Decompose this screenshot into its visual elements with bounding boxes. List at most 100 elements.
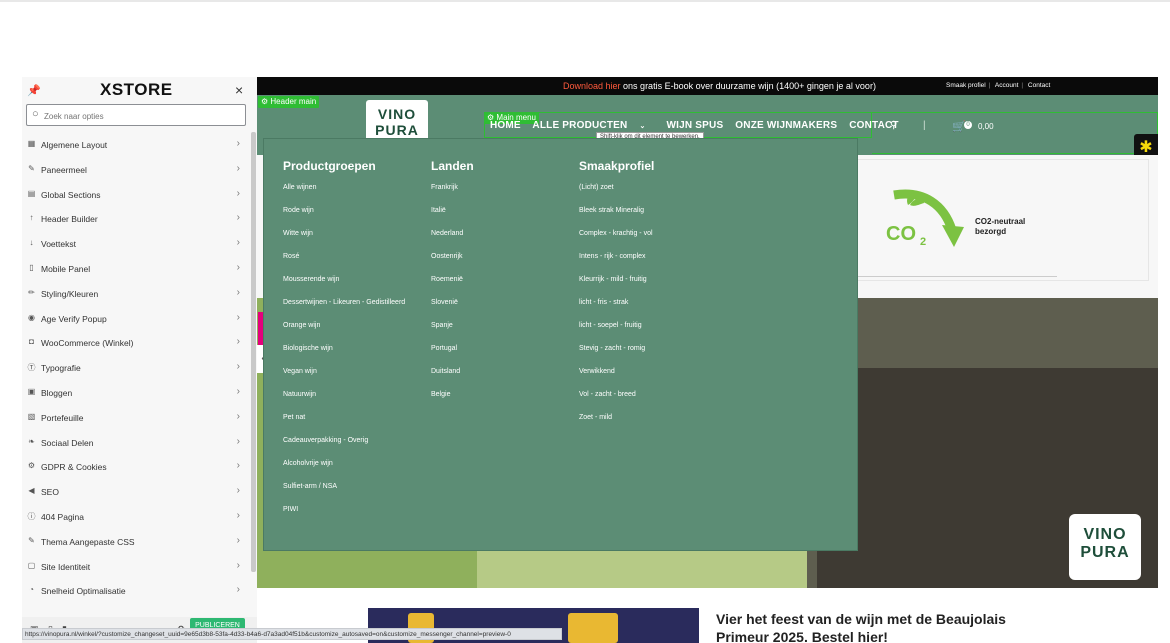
chevron-right-icon: › bbox=[236, 559, 240, 571]
column-title[interactable]: Productgroepen bbox=[283, 159, 423, 173]
sidebar-item[interactable]: ⓘ 404 Pagina › bbox=[22, 504, 250, 529]
chevron-right-icon: › bbox=[236, 187, 240, 199]
sidebar-item[interactable]: ✎ Paneermeel › bbox=[22, 157, 250, 182]
menu-link[interactable]: Cadeauverpakking - Overig bbox=[283, 436, 423, 459]
pin-icon[interactable]: 📌 bbox=[27, 84, 41, 97]
menu-link[interactable]: Natuurwijn bbox=[283, 390, 423, 413]
search-icon[interactable]: ⚲ bbox=[890, 120, 897, 131]
link-contact[interactable]: Contact bbox=[1028, 82, 1050, 89]
menu-link[interactable]: (Licht) zoet bbox=[579, 183, 739, 206]
header-main-badge[interactable]: ⚙ Header main bbox=[258, 96, 320, 108]
menu-link[interactable]: Vegan wijn bbox=[283, 367, 423, 390]
menu-link[interactable]: Frankrijk bbox=[431, 183, 571, 206]
sidebar-item-label: Styling/Kleuren bbox=[41, 288, 99, 299]
sidebar-item[interactable]: ✎ Thema Aangepaste CSS › bbox=[22, 529, 250, 554]
menu-link[interactable]: PIWI bbox=[283, 505, 423, 528]
menu-link[interactable]: licht - fris - strak bbox=[579, 298, 739, 321]
cart-total[interactable]: 0,00 bbox=[978, 122, 994, 131]
menu-link[interactable]: Intens - rijk - complex bbox=[579, 252, 739, 275]
sidebar-item[interactable]: ▯ Mobile Panel › bbox=[22, 256, 250, 281]
sidebar-item[interactable]: ↑ Header Builder › bbox=[22, 206, 250, 231]
speed-icon: ◔ bbox=[29, 585, 34, 595]
sidebar-item[interactable]: ◘ WooCommerce (Winkel) › bbox=[22, 330, 250, 355]
menu-link[interactable]: Italië bbox=[431, 206, 571, 229]
nav-alle-producten-label: ALLE PRODUCTEN bbox=[532, 120, 628, 131]
nav-onze-wijnmakers[interactable]: ONZE WIJNMAKERS bbox=[735, 120, 837, 131]
menu-link[interactable]: Pet nat bbox=[283, 413, 423, 436]
sidebar-item[interactable]: ◀ SEO › bbox=[22, 479, 250, 504]
promo-text[interactable]: Download hier ons gratis E-book over duu… bbox=[563, 81, 876, 91]
sidebar-item[interactable]: ◔ Snelheid Optimalisatie › bbox=[22, 578, 250, 603]
header-section-outline bbox=[872, 112, 1158, 154]
menu-link[interactable]: Nederland bbox=[431, 229, 571, 252]
menu-link[interactable]: Complex - krachtig - vol bbox=[579, 229, 739, 252]
customizer-sidebar: 📌 XSTORE × ○ ▦ Algemene Layout › ✎ Paneermee… bbox=[22, 77, 257, 643]
sidebar-item[interactable]: ▦ Algemene Layout › bbox=[22, 132, 250, 157]
close-icon[interactable]: × bbox=[235, 82, 243, 98]
link-smaak-profiel[interactable]: Smaak profiel bbox=[946, 82, 986, 89]
code-icon: ✎ bbox=[28, 535, 35, 545]
menu-link[interactable]: Slovenië bbox=[431, 298, 571, 321]
menu-link[interactable]: Rosé bbox=[283, 252, 423, 275]
menu-link[interactable]: Belgie bbox=[431, 390, 571, 413]
menu-link[interactable]: Roemenië bbox=[431, 275, 571, 298]
sidebar-item-label: Portefeuille bbox=[41, 412, 84, 423]
menu-link[interactable]: Portugal bbox=[431, 344, 571, 367]
sidebar-item[interactable]: ↓ Voettekst › bbox=[22, 231, 250, 256]
co2-label: CO2-neutraal bezorgd bbox=[975, 217, 1025, 237]
link-account[interactable]: Account bbox=[995, 82, 1019, 89]
chevron-right-icon: › bbox=[236, 385, 240, 397]
article-title[interactable]: Vier het feest van de wijn met de Beaujo… bbox=[716, 610, 1016, 643]
menu-link[interactable]: Biologische wijn bbox=[283, 344, 423, 367]
mega-menu-dropdown: Productgroepen Alle wijnen Rode wijn Witte… bbox=[263, 138, 858, 551]
mobile-icon: ▯ bbox=[29, 262, 34, 272]
sidebar-item[interactable]: Ⓣ Typografie › bbox=[22, 355, 250, 380]
sidebar-item[interactable]: ▢ Site Identiteit › bbox=[22, 554, 250, 579]
menu-link[interactable]: Mousserende wijn bbox=[283, 275, 423, 298]
menu-link[interactable]: Verwikkend bbox=[579, 367, 739, 390]
nav-alle-producten[interactable]: ALLE PRODUCTEN ⌄ bbox=[532, 120, 654, 131]
sidebar-scrollbar[interactable] bbox=[251, 132, 256, 572]
menu-link[interactable]: Alcoholvrije wijn bbox=[283, 459, 423, 482]
sidebar-item[interactable]: ❧ Sociaal Delen › bbox=[22, 430, 250, 455]
menu-link[interactable]: Rode wijn bbox=[283, 206, 423, 229]
menu-link[interactable]: Bleek strak Mineralig bbox=[579, 206, 739, 229]
menu-link[interactable]: Spanje bbox=[431, 321, 571, 344]
menu-link[interactable]: Alle wijnen bbox=[283, 183, 423, 206]
menu-link[interactable]: Stevig - zacht - romig bbox=[579, 344, 739, 367]
menu-link[interactable]: Kleurrijk - mild - fruitig bbox=[579, 275, 739, 298]
menu-link[interactable]: Duitsland bbox=[431, 367, 571, 390]
sidebar-item[interactable]: ▣ Bloggen › bbox=[22, 380, 250, 405]
column-smaakprofiel: Smaakprofiel (Licht) zoet Bleek strak Min… bbox=[579, 159, 739, 436]
column-title[interactable]: Landen bbox=[431, 159, 571, 173]
sidebar-item-label: Voettekst bbox=[41, 239, 76, 250]
sidebar-item-label: Snelheid Optimalisatie bbox=[41, 586, 126, 597]
nav-wijn-spus[interactable]: WIJN SPUS bbox=[667, 120, 724, 131]
promo-link[interactable]: Download hier bbox=[563, 81, 621, 91]
nav-home[interactable]: HOME bbox=[490, 120, 521, 131]
menu-link[interactable]: Dessertwijnen - Likeuren - Gedistilleerd bbox=[283, 298, 423, 321]
menu-link[interactable]: Orange wijn bbox=[283, 321, 423, 344]
menu-link[interactable]: Oostenrijk bbox=[431, 252, 571, 275]
menu-link[interactable]: Zoet - mild bbox=[579, 413, 739, 436]
column-landen: Landen Frankrijk Italië Nederland Oostenrij… bbox=[431, 159, 571, 413]
megaphone-icon: ◀ bbox=[28, 486, 35, 496]
sidebar-item[interactable]: ✏ Styling/Kleuren › bbox=[22, 281, 250, 306]
portfolio-icon: ▧ bbox=[27, 411, 36, 421]
sidebar-item[interactable]: ◉ Age Verify Popup › bbox=[22, 306, 250, 331]
sidebar-item[interactable]: ⚙ GDPR & Cookies › bbox=[22, 454, 250, 479]
sidebar-item[interactable]: ▤ Global Sections › bbox=[22, 182, 250, 207]
menu-link[interactable]: Vol - zacht - breed bbox=[579, 390, 739, 413]
svg-text:CO: CO bbox=[886, 223, 916, 245]
search-input[interactable] bbox=[42, 107, 241, 125]
column-title[interactable]: Smaakprofiel bbox=[579, 159, 739, 173]
menu-link[interactable]: licht - soepel - fruitig bbox=[579, 321, 739, 344]
search-field[interactable]: ○ bbox=[26, 104, 246, 126]
divider: | bbox=[923, 120, 926, 131]
hero-logo-line-1: VINO bbox=[1083, 526, 1127, 543]
sidebar-item[interactable]: ▧ Portefeuille › bbox=[22, 405, 250, 430]
menu-link[interactable]: Sulfiet-arm / NSA bbox=[283, 482, 423, 505]
sidebar-header: 📌 XSTORE × bbox=[22, 77, 257, 103]
menu-link[interactable]: Witte wijn bbox=[283, 229, 423, 252]
co2-icon: CO 2 bbox=[884, 185, 964, 255]
